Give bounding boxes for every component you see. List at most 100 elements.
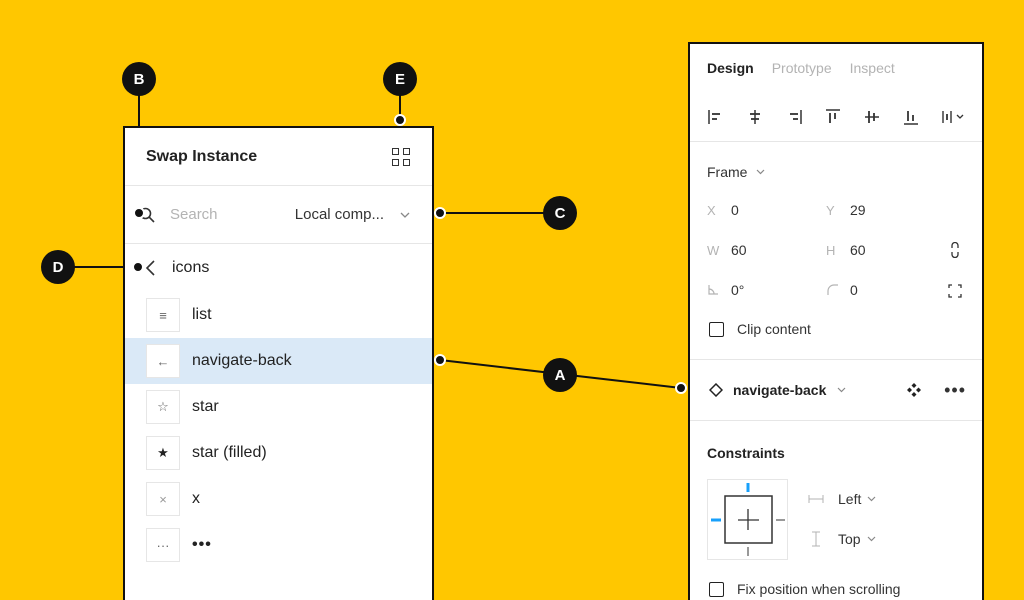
list-item[interactable]: ★ star (filled) (125, 430, 432, 476)
align-top-icon[interactable] (824, 108, 842, 126)
clip-content-label: Clip content (737, 321, 811, 337)
anchor-dot-a-left (434, 354, 446, 366)
back-to-parent-row[interactable]: icons (125, 244, 432, 292)
panel-tabs: Design Prototype Inspect (690, 44, 982, 92)
callout-a: A (543, 358, 577, 392)
chevron-down-icon[interactable] (837, 387, 846, 393)
component-icon[interactable] (906, 382, 922, 398)
design-properties-panel: Design Prototype Inspect Frame X 0 Y 29 … (688, 42, 984, 600)
tab-inspect[interactable]: Inspect (850, 60, 895, 76)
align-right-icon[interactable] (785, 108, 803, 126)
distribute-icon[interactable] (941, 108, 967, 126)
list-item[interactable]: ☆ star (125, 384, 432, 430)
x-value: 0 (731, 202, 739, 218)
corner-radius-icon (827, 284, 838, 295)
chevron-down-icon (867, 496, 876, 502)
frame-section: Frame X 0 Y 29 W 60 H 60 0° 0 Clip conte… (690, 142, 982, 360)
item-label: star (filled) (192, 444, 267, 461)
tab-prototype[interactable]: Prototype (772, 60, 832, 76)
frame-type-label: Frame (707, 164, 748, 180)
tab-design[interactable]: Design (707, 60, 754, 76)
search-input[interactable] (170, 206, 270, 223)
vertical-constraint-icon (812, 531, 820, 547)
h-value: 60 (850, 242, 866, 258)
list-item[interactable]: ≡ list (125, 292, 432, 338)
fix-position-checkbox[interactable] (709, 581, 724, 597)
swap-instance-panel: Swap Instance Local comp... icons ≡ list… (123, 126, 434, 600)
horizontal-constraint-value: Left (838, 491, 862, 507)
instance-section: navigate-back ••• (690, 360, 982, 421)
library-scope-label: Local comp... (294, 206, 384, 223)
callout-e: E (383, 62, 417, 96)
item-label: list (192, 306, 212, 323)
fix-position-row: Fix position when scrolling (709, 581, 900, 597)
list-item[interactable]: × x (125, 476, 432, 522)
rotation-icon (708, 285, 718, 295)
callout-b: B (122, 62, 156, 96)
chevron-down-icon (867, 536, 876, 542)
chevron-left-icon[interactable] (144, 259, 158, 277)
radius-value: 0 (850, 282, 858, 298)
corner-radius-field[interactable]: 0 (826, 282, 858, 298)
rotation-value: 0° (731, 282, 745, 298)
frame-type-dropdown[interactable]: Frame (707, 164, 765, 180)
list-item-selected[interactable]: ← navigate-back (125, 338, 432, 384)
anchor-dot-d (132, 261, 144, 273)
w-label: W (707, 242, 720, 258)
callout-d: D (41, 250, 75, 284)
more-options-icon[interactable]: ••• (944, 381, 966, 399)
constraints-diagram (711, 483, 785, 556)
anchor-dot-c (434, 207, 446, 219)
constraints-section: Constraints Left Top Fix position when s… (690, 421, 982, 600)
w-value: 60 (731, 242, 747, 258)
instance-diamond-icon (709, 383, 723, 397)
y-label: Y (826, 202, 835, 218)
y-field[interactable]: Y 29 (826, 202, 866, 218)
library-scope-dropdown[interactable]: Local comp... (295, 206, 410, 223)
current-folder-label: icons (172, 259, 210, 276)
grid-view-icon[interactable] (392, 147, 410, 166)
align-bottom-icon[interactable] (902, 108, 920, 126)
arrow-left-icon: ← (146, 344, 180, 378)
star-outline-icon: ☆ (146, 390, 180, 424)
item-label: star (192, 398, 219, 415)
item-label: x (192, 490, 200, 507)
align-vertical-center-icon[interactable] (863, 108, 881, 126)
y-value: 29 (850, 202, 866, 218)
horizontal-constraint-icon (808, 495, 824, 503)
x-icon: × (146, 482, 180, 516)
clip-content-row: Clip content (709, 321, 811, 337)
chevron-down-icon (400, 212, 410, 218)
x-field[interactable]: X 0 (707, 202, 739, 218)
align-left-icon[interactable] (707, 108, 725, 126)
x-label: X (707, 202, 716, 218)
more-icon: ··· (146, 528, 180, 562)
independent-corners-icon[interactable] (948, 283, 962, 299)
swap-search-bar: Local comp... (125, 186, 432, 244)
vertical-constraint-dropdown[interactable]: Top (808, 531, 876, 547)
fix-position-label: Fix position when scrolling (737, 581, 901, 597)
clip-content-checkbox[interactable] (709, 321, 724, 337)
swap-panel-header: Swap Instance (125, 128, 432, 186)
horizontal-constraint-dropdown[interactable]: Left (808, 491, 876, 507)
width-field[interactable]: W 60 (707, 242, 747, 258)
anchor-dot-a-right (675, 382, 687, 394)
item-label: ••• (192, 536, 212, 553)
constraints-widget[interactable] (707, 479, 788, 560)
anchor-dot-e (394, 114, 406, 126)
instance-name[interactable]: navigate-back (733, 382, 826, 398)
callout-c: C (543, 196, 577, 230)
anchor-dot-b (133, 207, 145, 219)
vertical-constraint-value: Top (838, 531, 861, 547)
rotation-field[interactable]: 0° (707, 282, 744, 298)
item-label: navigate-back (192, 352, 292, 369)
constrain-proportions-icon[interactable] (948, 242, 962, 258)
align-horizontal-center-icon[interactable] (746, 108, 764, 126)
height-field[interactable]: H 60 (826, 242, 866, 258)
chevron-down-icon (757, 169, 765, 175)
star-filled-icon: ★ (146, 436, 180, 470)
constraints-title: Constraints (707, 445, 785, 461)
list-icon: ≡ (146, 298, 180, 332)
list-item[interactable]: ··· ••• (125, 522, 432, 568)
h-label: H (826, 242, 836, 258)
